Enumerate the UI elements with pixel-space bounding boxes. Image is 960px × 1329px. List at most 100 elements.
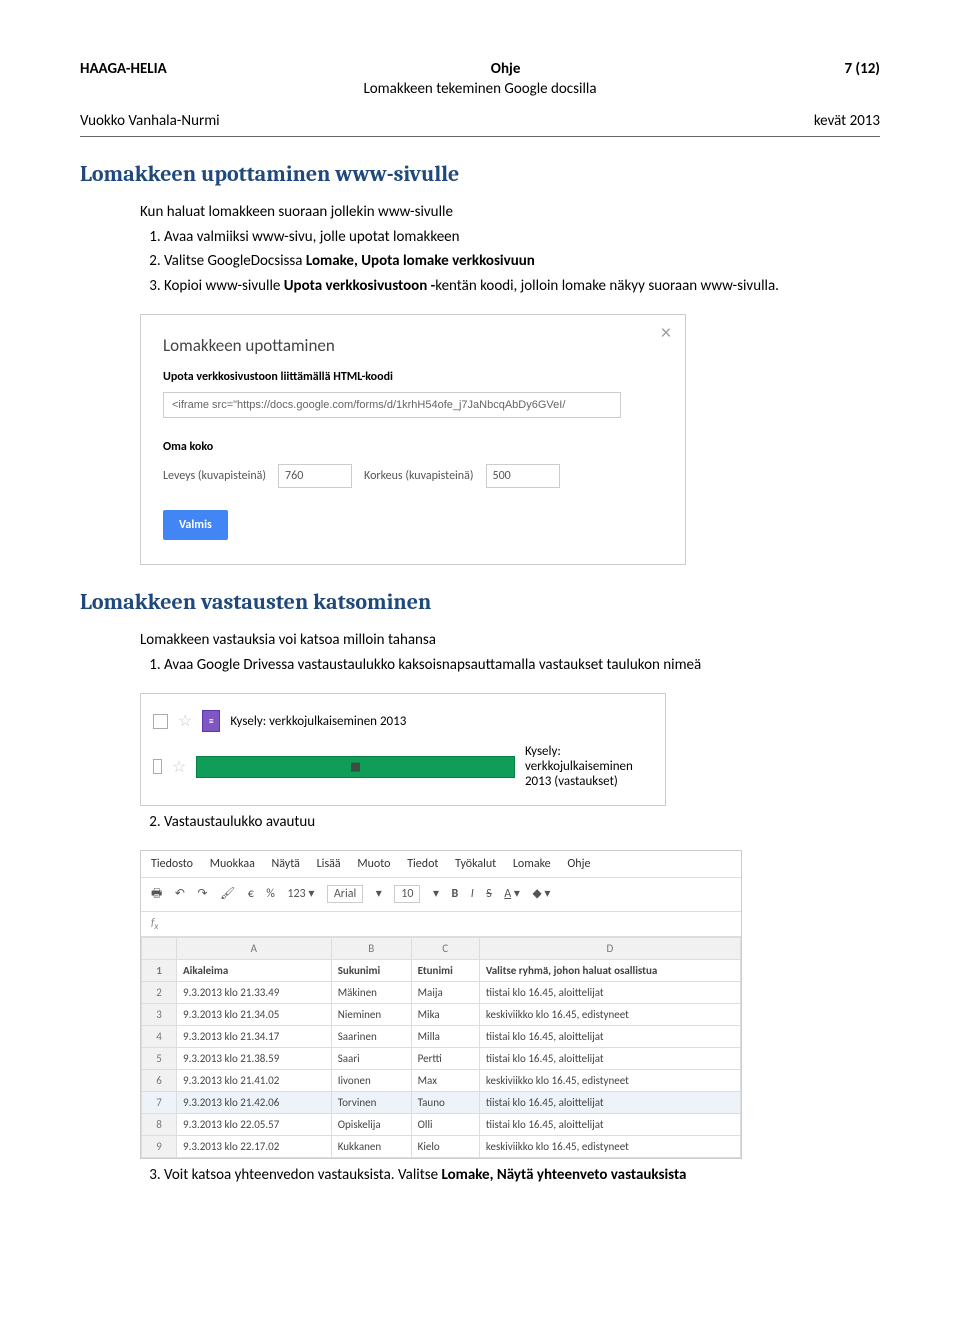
menu-tools[interactable]: Työkalut <box>455 857 496 871</box>
embed-code-input[interactable]: <iframe src="https://docs.google.com/for… <box>163 392 621 418</box>
cell[interactable]: Kielo <box>411 1136 479 1158</box>
cell[interactable]: Valitse ryhmä, johon haluat osallistua <box>479 960 740 982</box>
cell[interactable]: 9.3.2013 klo 21.33.49 <box>177 982 332 1004</box>
cell[interactable]: keskiviikko klo 16.45, edistyneet <box>479 1070 740 1092</box>
row-header[interactable]: 9 <box>142 1136 177 1158</box>
step-summary: Voit katsoa yhteenvedon vastauksista. Va… <box>164 1165 850 1185</box>
spreadsheet-grid[interactable]: A B C D 1 Aikaleima Sukunimi Etunimi Val… <box>141 937 741 1158</box>
percent-icon[interactable]: % <box>266 887 275 901</box>
row-header[interactable]: 3 <box>142 1004 177 1026</box>
col-header-C[interactable]: C <box>411 938 479 960</box>
step-select-embed: Valitse GoogleDocsissa Lomake, Upota lom… <box>164 251 850 271</box>
redo-icon[interactable]: ↷ <box>197 887 207 901</box>
currency-icon[interactable]: € <box>248 887 254 901</box>
cell[interactable]: tiistai klo 16.45, aloittelijat <box>479 1026 740 1048</box>
cell[interactable]: Mika <box>411 1004 479 1026</box>
cell[interactable]: keskiviikko klo 16.45, edistyneet <box>479 1136 740 1158</box>
cell[interactable]: Etunimi <box>411 960 479 982</box>
cell[interactable]: Max <box>411 1070 479 1092</box>
cell[interactable]: 9.3.2013 klo 21.38.59 <box>177 1048 332 1070</box>
width-input[interactable]: 760 <box>278 464 352 488</box>
cell[interactable]: keskiviikko klo 16.45, edistyneet <box>479 1004 740 1026</box>
cell[interactable]: Mäkinen <box>331 982 411 1004</box>
col-header-A[interactable]: A <box>177 938 332 960</box>
spreadsheet-figure: Tiedosto Muokkaa Näytä Lisää Muoto Tiedo… <box>140 850 742 1159</box>
print-icon[interactable]: 🖶 <box>151 887 162 901</box>
row-header[interactable]: 2 <box>142 982 177 1004</box>
close-icon[interactable]: × <box>661 321 671 345</box>
row-header[interactable]: 8 <box>142 1114 177 1136</box>
cell[interactable]: Kukkanen <box>331 1136 411 1158</box>
header-doc-subtitle: Lomakkeen tekeminen Google docsilla <box>80 80 880 98</box>
cell[interactable]: Opiskelija <box>331 1114 411 1136</box>
sheet-icon: ▦ <box>196 756 515 778</box>
header-page-number: 7 (12) <box>844 60 880 78</box>
cell[interactable]: tiistai klo 16.45, aloittelijat <box>479 1114 740 1136</box>
checkbox-icon[interactable] <box>153 759 162 774</box>
font-size-select[interactable]: 10 <box>394 885 420 903</box>
cell[interactable]: Olli <box>411 1114 479 1136</box>
own-size-label: Oma koko <box>163 440 663 454</box>
cell[interactable]: tiistai klo 16.45, aloittelijat <box>479 982 740 1004</box>
paint-icon[interactable]: 🖌 <box>220 887 235 901</box>
cell[interactable]: Torvinen <box>331 1092 411 1114</box>
cell[interactable]: Saarinen <box>331 1026 411 1048</box>
font-select[interactable]: Arial <box>327 885 363 903</box>
cell[interactable]: Saari <box>331 1048 411 1070</box>
drive-item-form[interactable]: ☆ ≡ Kysely: verkkojulkaiseminen 2013 <box>153 704 653 738</box>
menu-insert[interactable]: Lisää <box>317 857 341 871</box>
menu-form[interactable]: Lomake <box>513 857 551 871</box>
height-label: Korkeus (kuvapisteinä) <box>364 469 473 483</box>
star-icon[interactable]: ☆ <box>178 711 192 731</box>
number-format-button[interactable]: 123 ▾ <box>287 887 314 901</box>
menu-format[interactable]: Muoto <box>357 857 390 871</box>
fx-label: fx <box>151 916 158 929</box>
bold-button[interactable]: B <box>451 887 458 901</box>
checkbox-icon[interactable] <box>153 714 168 729</box>
cell[interactable]: 9.3.2013 klo 22.05.57 <box>177 1114 332 1136</box>
cell[interactable]: 9.3.2013 klo 21.41.02 <box>177 1070 332 1092</box>
fill-color-icon[interactable]: ◆ ▾ <box>532 887 550 901</box>
row-header[interactable]: 5 <box>142 1048 177 1070</box>
menu-help[interactable]: Ohje <box>567 857 590 871</box>
italic-button[interactable]: I <box>471 887 474 901</box>
undo-icon[interactable]: ↶ <box>175 887 185 901</box>
cell[interactable]: 9.3.2013 klo 21.42.06 <box>177 1092 332 1114</box>
cell[interactable]: Aikaleima <box>177 960 332 982</box>
cell[interactable]: Nieminen <box>331 1004 411 1026</box>
form-icon: ≡ <box>202 710 220 732</box>
row-header[interactable]: 1 <box>142 960 177 982</box>
row-header[interactable]: 7 <box>142 1092 177 1114</box>
cell[interactable]: 9.3.2013 klo 22.17.02 <box>177 1136 332 1158</box>
done-button[interactable]: Valmis <box>163 510 228 540</box>
header-institution: HAAGA-HELIA <box>80 60 167 78</box>
cell[interactable]: Iivonen <box>331 1070 411 1092</box>
cell[interactable]: tiistai klo 16.45, aloittelijat <box>479 1092 740 1114</box>
cell[interactable]: Milla <box>411 1026 479 1048</box>
star-icon[interactable]: ☆ <box>172 757 186 777</box>
cell[interactable]: Pertti <box>411 1048 479 1070</box>
cell[interactable]: Maija <box>411 982 479 1004</box>
caret-down-icon[interactable]: ▾ <box>433 887 439 901</box>
drive-item-label: Kysely: verkkojulkaiseminen 2013 <box>230 714 406 729</box>
drive-item-responses[interactable]: ☆ ▦ Kysely: verkkojulkaiseminen 2013 (va… <box>153 738 653 795</box>
cell[interactable]: 9.3.2013 klo 21.34.05 <box>177 1004 332 1026</box>
row-header[interactable]: 4 <box>142 1026 177 1048</box>
text-color-button[interactable]: A ▾ <box>504 887 520 901</box>
menu-edit[interactable]: Muokkaa <box>210 857 255 871</box>
caret-down-icon[interactable]: ▾ <box>376 887 382 901</box>
menu-file[interactable]: Tiedosto <box>151 857 193 871</box>
height-input[interactable]: 500 <box>486 464 560 488</box>
row-header[interactable]: 6 <box>142 1070 177 1092</box>
cell[interactable]: 9.3.2013 klo 21.34.17 <box>177 1026 332 1048</box>
menu-data[interactable]: Tiedot <box>407 857 438 871</box>
cell[interactable]: tiistai klo 16.45, aloittelijat <box>479 1048 740 1070</box>
col-header-D[interactable]: D <box>479 938 740 960</box>
col-header-B[interactable]: B <box>331 938 411 960</box>
strike-button[interactable]: S <box>486 887 492 901</box>
cell[interactable]: Tauno <box>411 1092 479 1114</box>
menu-view[interactable]: Näytä <box>272 857 300 871</box>
cell[interactable]: Sukunimi <box>331 960 411 982</box>
sheets-menubar: Tiedosto Muokkaa Näytä Lisää Muoto Tiedo… <box>141 851 741 877</box>
corner-cell[interactable] <box>142 938 177 960</box>
